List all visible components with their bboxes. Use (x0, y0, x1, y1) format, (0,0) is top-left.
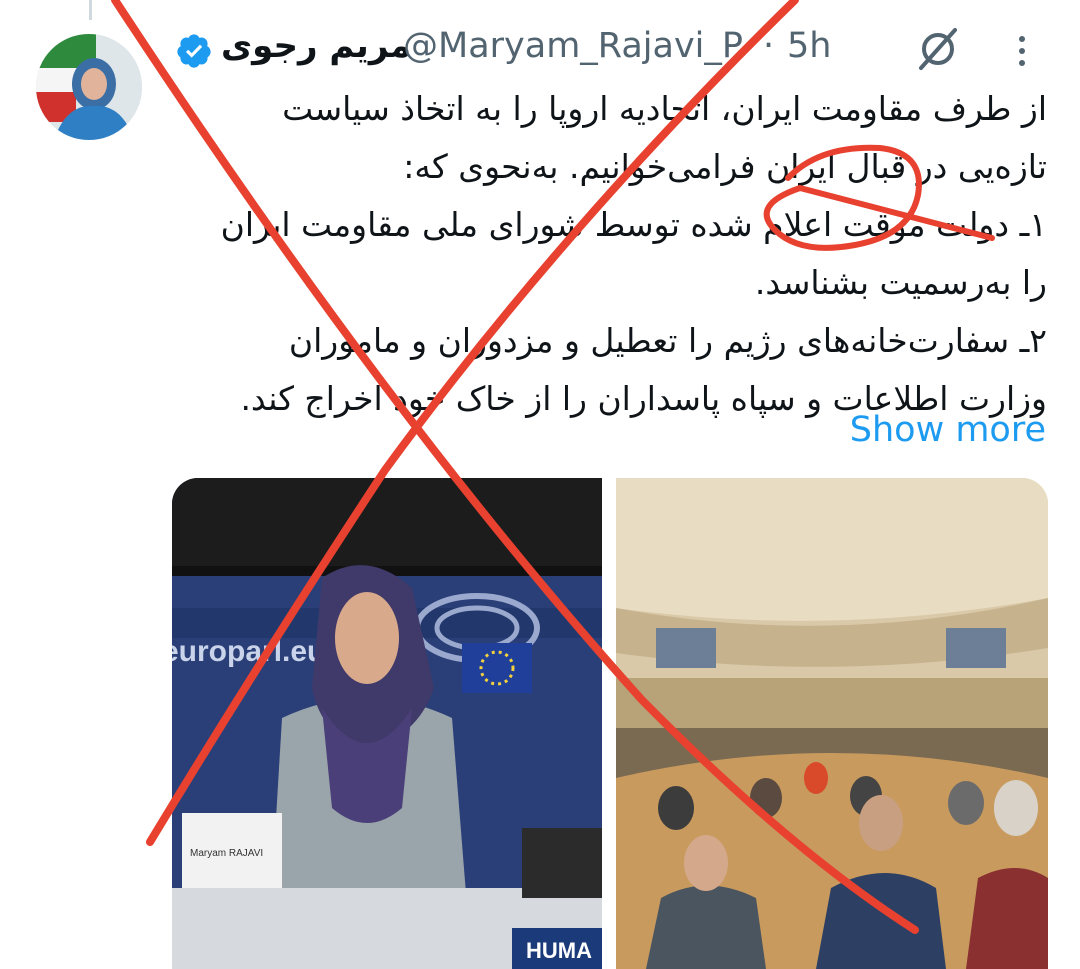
more-options-icon[interactable] (1011, 34, 1033, 68)
user-handle[interactable]: @Maryam_Rajavi_P (403, 26, 763, 66)
photo-speaker[interactable]: europarl.eu Maryam RAJAVI HUMA (172, 478, 602, 969)
display-name[interactable]: مریم رجوی (221, 26, 411, 66)
separator-dot: · (763, 26, 775, 66)
nameplate-text: Maryam RAJAVI (190, 848, 263, 859)
timestamp[interactable]: 5h (787, 26, 831, 66)
verified-badge-icon (177, 34, 211, 68)
thread-line (89, 0, 92, 20)
avatar[interactable] (36, 34, 142, 140)
photo-parliament-hall[interactable] (616, 478, 1048, 969)
tweet-header: مریم رجوی @Maryam_Rajavi_P · 5h (175, 22, 1055, 78)
backdrop-text: europarl.eu (172, 635, 325, 668)
banner-text: HUMA (526, 938, 592, 963)
grok-icon[interactable] (913, 24, 963, 74)
tweet-text: از طرف مقاومت ایران، اتحادیه اروپا را به… (220, 89, 1047, 418)
show-more-link[interactable]: Show more (850, 410, 1046, 450)
tweet-media: europarl.eu Maryam RAJAVI HUMA (172, 478, 1048, 969)
